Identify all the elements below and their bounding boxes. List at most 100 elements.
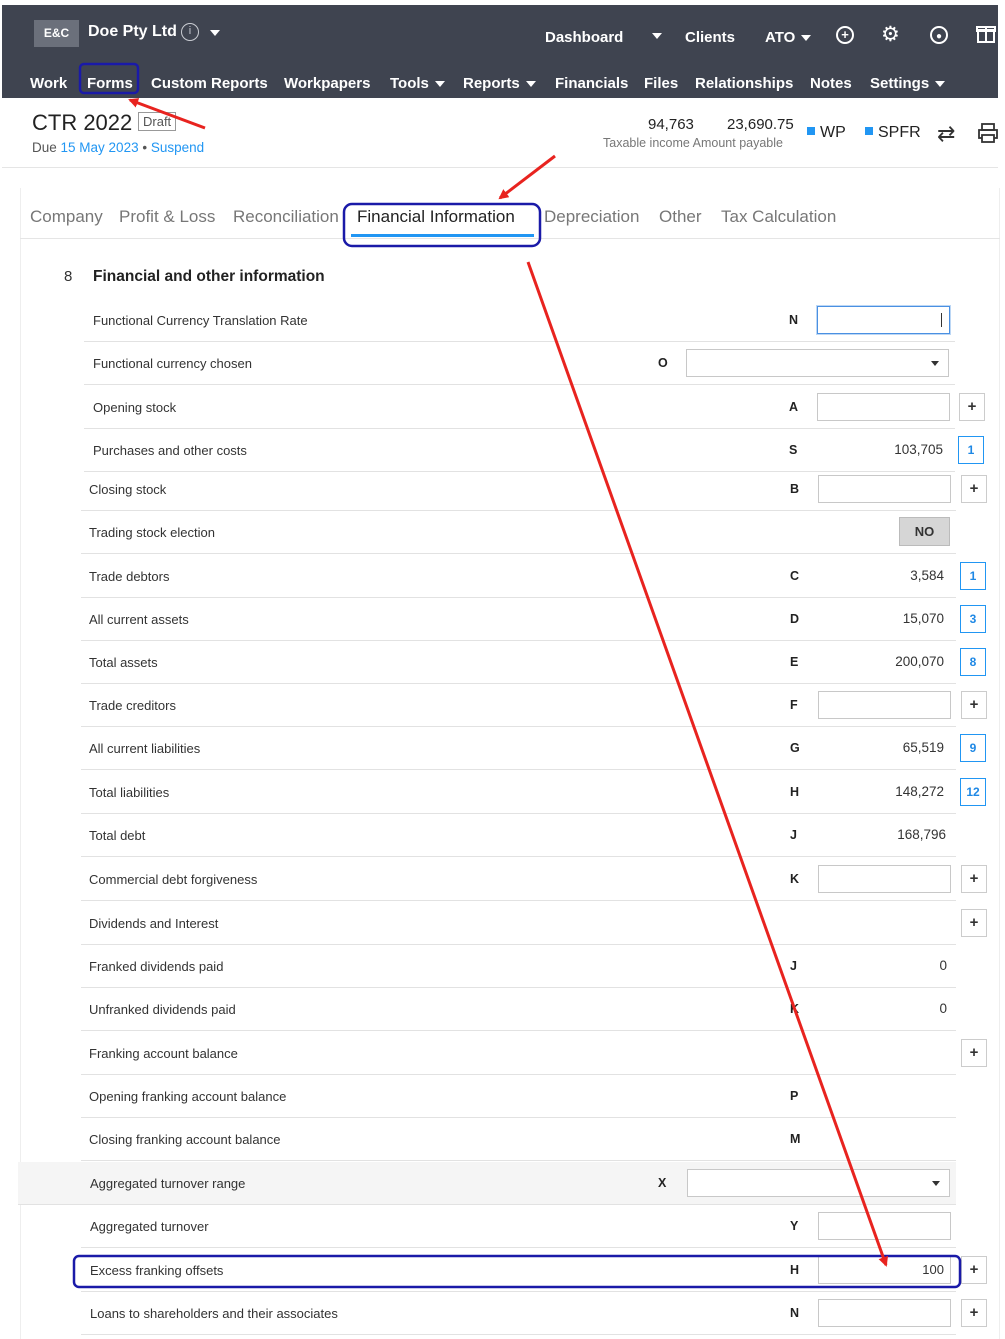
add-button[interactable]: + xyxy=(961,865,987,893)
trade-creditors-input[interactable] xyxy=(818,691,951,719)
tab-other[interactable]: Other xyxy=(659,207,702,227)
row-label: Opening stock xyxy=(93,400,177,415)
menu-work[interactable]: Work xyxy=(30,75,67,92)
row-label: Aggregated turnover range xyxy=(90,1176,246,1191)
detail-count-button[interactable]: 1 xyxy=(960,562,986,590)
swap-icon[interactable]: ⇄ xyxy=(937,121,955,147)
client-name[interactable]: Doe Pty Ltd xyxy=(88,23,177,41)
dashboard-dropdown-icon[interactable] xyxy=(652,33,662,39)
closing-stock-input[interactable] xyxy=(818,475,951,503)
nav-ato-label: ATO xyxy=(765,29,796,46)
tab-tax-calculation[interactable]: Tax Calculation xyxy=(721,207,836,227)
row-label: Trade creditors xyxy=(89,698,176,713)
opening-stock-input[interactable] xyxy=(817,393,950,421)
firm-logo[interactable]: E&C xyxy=(34,20,79,47)
tab-depreciation[interactable]: Depreciation xyxy=(544,207,639,227)
row-label: All current liabilities xyxy=(89,741,201,756)
trading-stock-election-toggle[interactable]: NO xyxy=(899,517,950,546)
add-button[interactable]: + xyxy=(961,909,987,937)
functional-currency-rate-input[interactable] xyxy=(817,306,950,334)
return-title: CTR 2022 xyxy=(32,110,133,135)
loans-to-shareholders-input[interactable] xyxy=(818,1299,951,1327)
aggregated-turnover-range-select[interactable] xyxy=(687,1169,950,1197)
functional-currency-select[interactable] xyxy=(686,349,949,377)
tab-profit-loss[interactable]: Profit & Loss xyxy=(119,207,215,227)
wp-toggle[interactable]: WP xyxy=(807,124,846,142)
spfr-toggle[interactable]: SPFR xyxy=(865,124,921,142)
tab-reconciliation[interactable]: Reconciliation xyxy=(233,207,339,227)
due-line: Due 15 May 2023 • Suspend xyxy=(32,140,204,155)
row-value: 168,796 xyxy=(897,827,946,842)
add-button[interactable]: + xyxy=(959,393,985,421)
detail-count-button[interactable]: 1 xyxy=(958,436,984,464)
menu-reports[interactable]: Reports xyxy=(463,75,536,92)
form-row: Trade debtors C 3,584 1 xyxy=(81,555,986,598)
commercial-debt-forgiveness-input[interactable] xyxy=(818,865,951,893)
row-label: Dividends and Interest xyxy=(89,916,219,931)
form-row: Total debt J 168,796 xyxy=(81,814,956,857)
add-circle-icon[interactable]: + xyxy=(836,26,854,44)
row-label: Aggregated turnover xyxy=(90,1219,209,1234)
form-row: Closing stock B + xyxy=(81,468,987,511)
wp-label: WP xyxy=(820,124,846,141)
active-tab-indicator xyxy=(351,234,534,237)
add-button[interactable]: + xyxy=(961,1039,987,1067)
info-icon[interactable]: i xyxy=(181,23,199,41)
row-label: Commercial debt forgiveness xyxy=(89,872,258,887)
row-code: B xyxy=(790,482,800,496)
add-button[interactable]: + xyxy=(961,1256,987,1284)
row-value: 0 xyxy=(939,1001,947,1016)
chevron-down-icon xyxy=(801,35,812,42)
menu-relationships[interactable]: Relationships xyxy=(695,75,793,92)
aggregated-turnover-input[interactable] xyxy=(818,1212,951,1240)
nav-dashboard[interactable]: Dashboard xyxy=(545,29,623,46)
menu-custom-reports[interactable]: Custom Reports xyxy=(151,75,268,92)
menu-notes[interactable]: Notes xyxy=(810,75,852,92)
form-row: Aggregated turnover range X xyxy=(18,1162,956,1205)
nav-clients[interactable]: Clients xyxy=(685,29,735,46)
tab-financial-information[interactable]: Financial Information xyxy=(357,207,515,227)
row-label: Total liabilities xyxy=(89,785,170,800)
detail-count-button[interactable]: 3 xyxy=(960,605,986,633)
print-icon[interactable] xyxy=(977,122,999,144)
row-code: O xyxy=(658,356,668,370)
row-label: Loans to shareholders and their associat… xyxy=(90,1306,338,1321)
form-row: Trade creditors F + xyxy=(81,684,987,727)
due-date-link[interactable]: 15 May 2023 xyxy=(61,140,139,155)
gift-icon[interactable] xyxy=(975,22,997,44)
add-button[interactable]: + xyxy=(961,1299,987,1327)
user-account-icon[interactable]: ● xyxy=(930,26,948,44)
form-row: Functional Currency Translation Rate N xyxy=(84,299,955,342)
summary-labels: Taxable income Amount payable xyxy=(603,136,783,150)
row-label: All current assets xyxy=(89,612,189,627)
form-row: Excess franking offsets H 100 + xyxy=(81,1249,987,1292)
row-label: Functional Currency Translation Rate xyxy=(93,313,308,328)
tab-company[interactable]: Company xyxy=(30,207,103,227)
header-divider xyxy=(2,167,998,168)
form-row: Franked dividends paid J 0 xyxy=(81,945,956,988)
detail-count-button[interactable]: 9 xyxy=(960,734,986,762)
row-code: M xyxy=(790,1132,801,1146)
menu-financials[interactable]: Financials xyxy=(555,75,628,92)
menu-forms[interactable]: Forms xyxy=(87,75,133,92)
gear-icon[interactable]: ⚙ xyxy=(881,22,900,47)
menu-tools[interactable]: Tools xyxy=(390,75,445,92)
add-button[interactable]: + xyxy=(961,475,987,503)
wp-indicator xyxy=(807,127,815,135)
detail-count-button[interactable]: 8 xyxy=(960,648,986,676)
menu-files[interactable]: Files xyxy=(644,75,678,92)
client-dropdown-icon[interactable] xyxy=(210,30,220,36)
row-code: J xyxy=(790,959,797,973)
suspend-link[interactable]: Suspend xyxy=(151,140,204,155)
row-value: 103,705 xyxy=(894,442,943,457)
menu-workpapers[interactable]: Workpapers xyxy=(284,75,370,92)
row-value: 15,070 xyxy=(902,611,944,626)
nav-ato[interactable]: ATO xyxy=(765,29,812,46)
row-label: Closing stock xyxy=(89,482,167,497)
detail-count-button[interactable]: 12 xyxy=(960,778,986,806)
row-label: Trading stock election xyxy=(89,525,215,540)
excess-franking-offsets-input[interactable]: 100 xyxy=(818,1256,951,1284)
menu-settings[interactable]: Settings xyxy=(870,75,946,92)
add-button[interactable]: + xyxy=(961,691,987,719)
form-row: All current liabilities G 65,519 9 xyxy=(81,727,986,770)
